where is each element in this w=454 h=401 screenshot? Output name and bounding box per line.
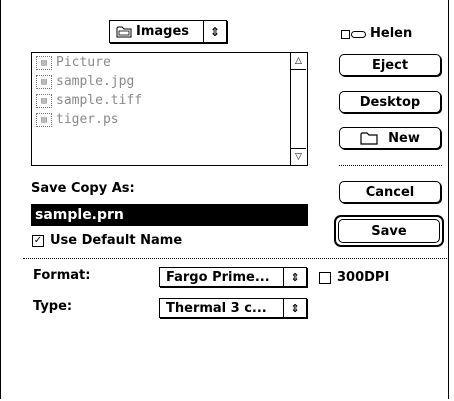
checkbox-checked-icon[interactable]: ✓ [32, 234, 44, 247]
updown-arrow-icon: ⇕ [283, 299, 306, 317]
desktop-button-label: Desktop [359, 94, 421, 110]
eject-button[interactable]: Eject [339, 54, 441, 76]
file-icon: ▤ [36, 74, 52, 89]
volume-label: Helen [370, 26, 413, 41]
type-label: Type: [33, 299, 73, 314]
list-item[interactable]: ▤ tiger.ps [32, 110, 307, 129]
list-item[interactable]: ▤ Picture [32, 53, 307, 72]
save-button-label: Save [371, 223, 407, 239]
list-item[interactable]: ▤ sample.tiff [32, 91, 307, 110]
file-list-scrollbar[interactable]: △ ▽ [290, 53, 307, 165]
file-icon: ▤ [36, 93, 52, 108]
use-default-name-checkbox[interactable]: ✓ Use Default Name [32, 233, 182, 248]
new-folder-button[interactable]: New [339, 127, 441, 149]
file-list[interactable]: ▤ Picture ▤ sample.jpg ▤ sample.tiff ▤ tiger… [31, 52, 308, 166]
dpi-label: 300DPI [337, 270, 390, 285]
format-popup-value: Fargo Prime... [166, 269, 270, 285]
format-popup[interactable]: Fargo Prime... ⇕ [159, 267, 307, 287]
cancel-button[interactable]: Cancel [339, 181, 441, 203]
updown-arrow-icon: ⇕ [203, 21, 226, 42]
save-dialog: Images ⇕ Helen ▤ Picture ▤ sample.jpg ▤ sam… [0, 0, 449, 399]
new-folder-icon [360, 131, 378, 145]
type-popup-value: Thermal 3 c... [166, 300, 267, 316]
save-button[interactable]: Save [334, 215, 444, 247]
divider [339, 165, 442, 166]
folder-icon [116, 25, 132, 38]
cancel-button-label: Cancel [365, 184, 415, 200]
scroll-down-arrow-icon[interactable]: ▽ [291, 148, 306, 165]
folder-popup[interactable]: Images ⇕ [109, 20, 227, 43]
filename-field[interactable]: sample.prn [31, 204, 308, 226]
disk-icon [341, 28, 367, 40]
type-popup[interactable]: Thermal 3 c... ⇕ [159, 298, 307, 318]
new-folder-button-label: New [388, 130, 420, 146]
list-item[interactable]: ▤ sample.jpg [32, 72, 307, 91]
scroll-up-arrow-icon[interactable]: △ [291, 53, 306, 70]
updown-arrow-icon: ⇕ [283, 268, 306, 286]
folder-popup-label: Images [136, 24, 190, 39]
section-divider [23, 258, 447, 259]
volume-indicator: Helen [341, 26, 412, 41]
format-label: Format: [33, 268, 91, 283]
eject-button-label: Eject [371, 57, 409, 73]
file-icon: ▤ [36, 112, 52, 127]
desktop-button[interactable]: Desktop [339, 91, 441, 113]
save-as-label: Save Copy As: [31, 181, 135, 196]
dpi-checkbox[interactable]: 300DPI [319, 270, 389, 285]
use-default-name-label: Use Default Name [50, 233, 183, 248]
checkbox-icon[interactable] [319, 271, 331, 284]
file-icon: ▤ [36, 55, 52, 70]
filename-field-value: sample.prn [35, 207, 124, 223]
